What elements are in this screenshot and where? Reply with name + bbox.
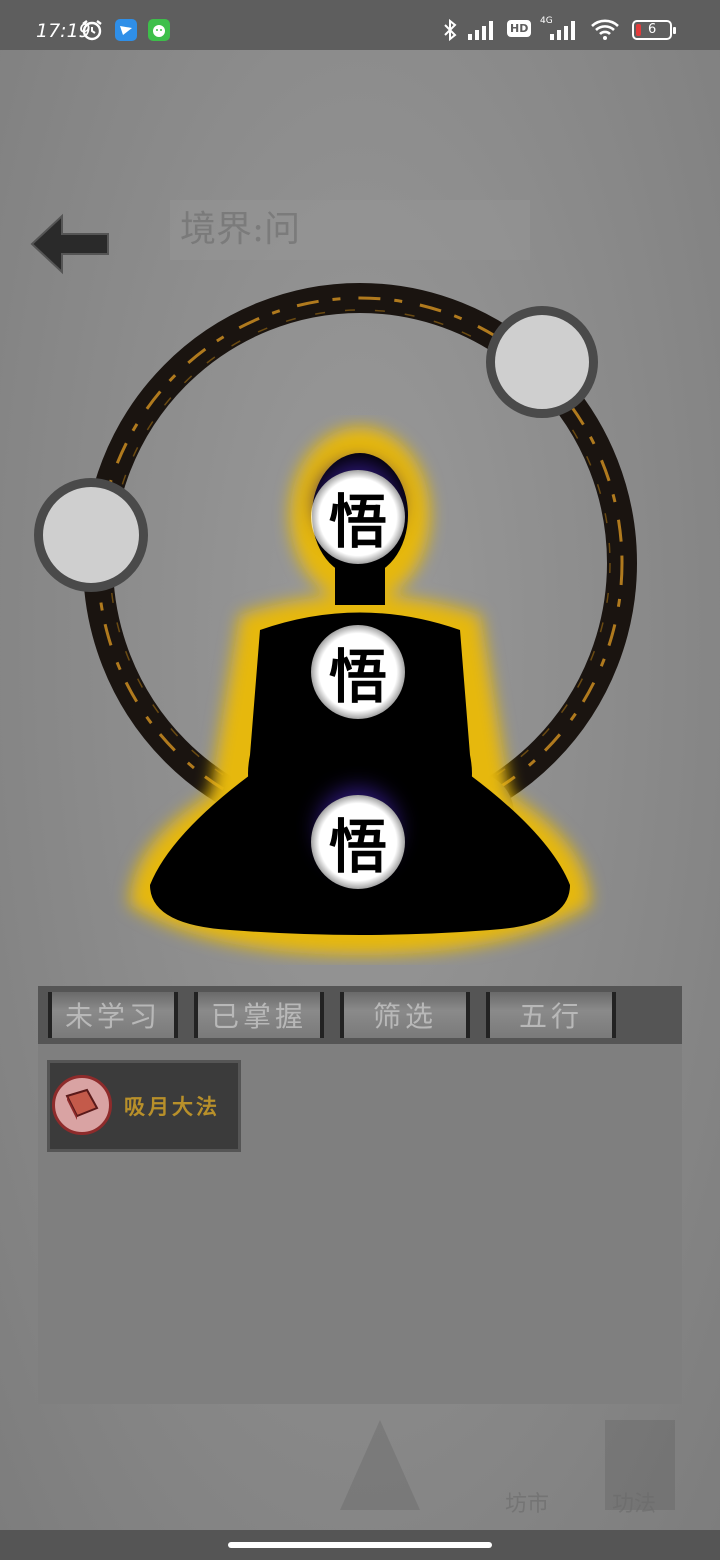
tab-bar: 未学习 已掌握 筛选 五行	[38, 986, 682, 1044]
realm-label: 境界:问	[170, 200, 530, 260]
skill-name: 吸月大法	[124, 1094, 220, 1119]
bluetooth-icon	[444, 18, 457, 42]
skills-panel: 未学习 已掌握 筛选 五行 吸月大法	[38, 986, 682, 1404]
wifi-icon	[591, 19, 619, 40]
signal-icon	[468, 21, 493, 40]
chakra-dantian: 悟	[311, 795, 405, 889]
cultivation-screen: 境界:问 悟 悟 悟 坊市 功法 未学习 已掌握 筛选 五行 吸月大法	[0, 50, 720, 1530]
battery-level: 6	[648, 22, 657, 37]
alarm-icon	[82, 20, 102, 41]
chakra-heart: 悟	[311, 625, 405, 719]
tab-five-elements[interactable]: 五行	[486, 992, 616, 1038]
chakra-head: 悟	[311, 470, 405, 564]
battery-icon: 6	[632, 20, 676, 40]
navigation-bar	[0, 1530, 720, 1560]
market-nav-icon	[340, 1420, 420, 1510]
app-notification-icon	[148, 19, 170, 41]
app-notification-icon	[115, 19, 137, 41]
back-arrow-icon[interactable]	[28, 212, 112, 276]
tab-mastered[interactable]: 已掌握	[194, 992, 324, 1038]
meridian-node-right[interactable]	[486, 306, 598, 418]
home-indicator[interactable]	[228, 1542, 492, 1548]
tab-unlearned[interactable]: 未学习	[48, 992, 178, 1038]
hd-badge: HD	[507, 20, 532, 37]
nav-label-market: 坊市	[505, 1492, 550, 1517]
tab-filter[interactable]: 筛选	[340, 992, 470, 1038]
nav-label-skills: 功法	[612, 1492, 657, 1517]
book-icon	[52, 1075, 112, 1135]
status-bar: 17:19 HD 4G 6	[0, 0, 720, 50]
skill-card[interactable]: 吸月大法	[47, 1060, 241, 1152]
signal-icon-2	[550, 21, 575, 40]
